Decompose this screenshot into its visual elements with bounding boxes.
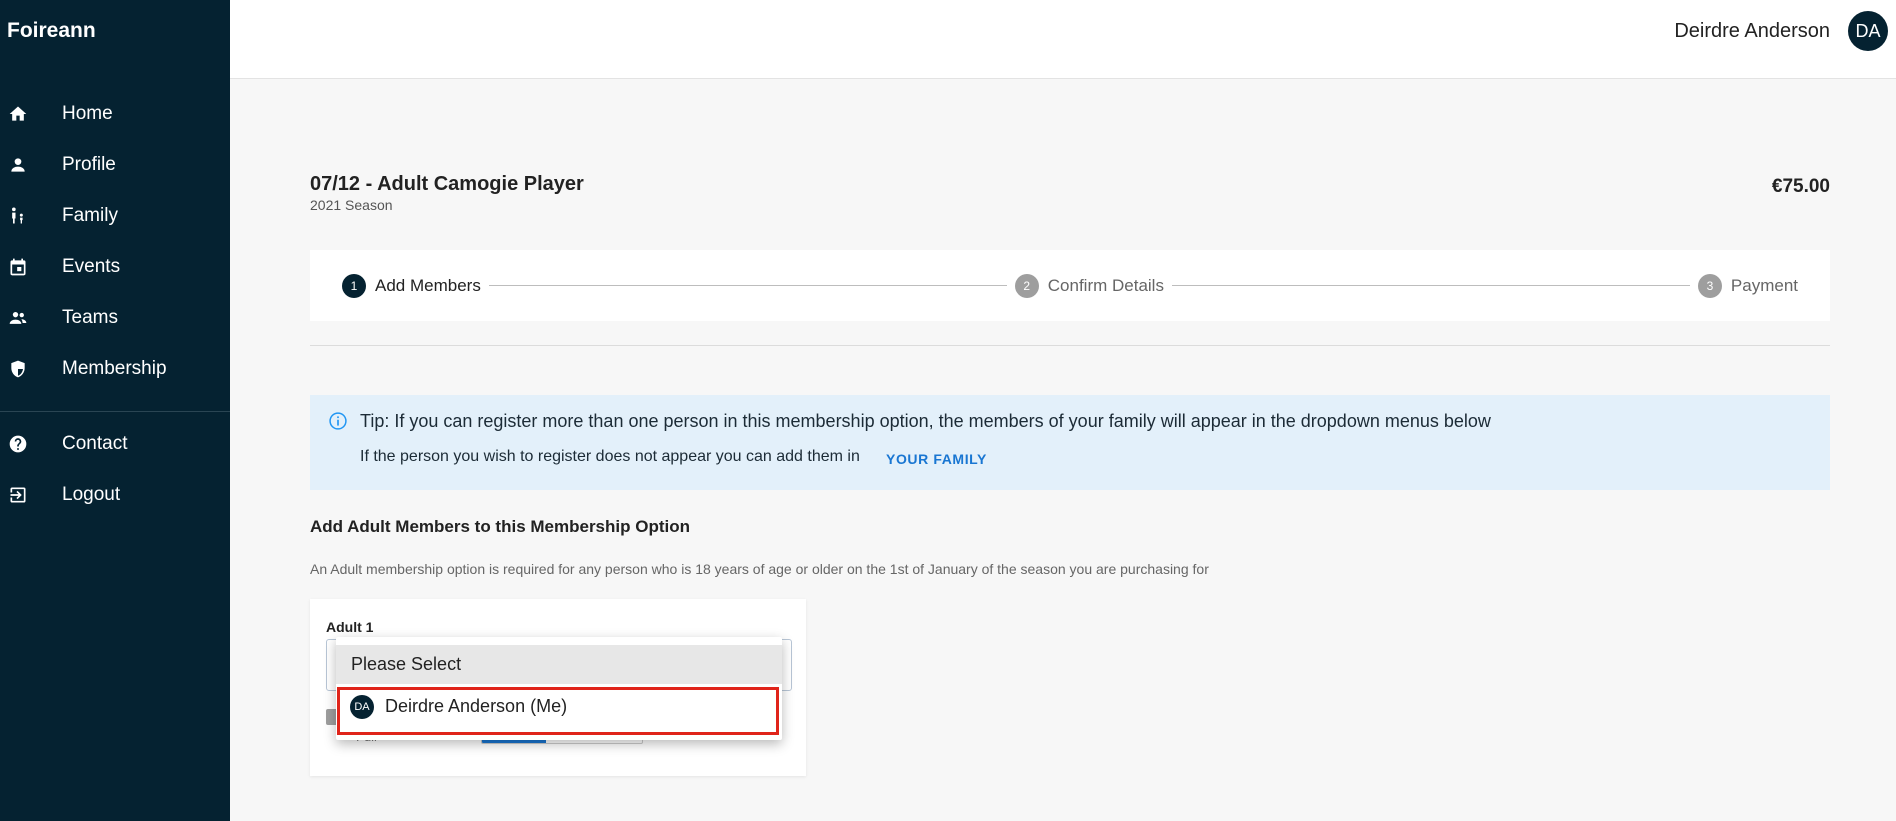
- member-dropdown-menu: Please Select DA Deirdre Anderson (Me): [336, 637, 782, 740]
- adult-label: Adult 1: [326, 619, 374, 635]
- help-icon: [8, 434, 28, 454]
- sidebar-item-label: Contact: [62, 432, 128, 454]
- step-connector: [1171, 285, 1690, 286]
- sidebar-item-contact[interactable]: Contact: [0, 418, 230, 469]
- info-icon: [328, 411, 348, 431]
- top-header: Deirdre Anderson DA: [230, 0, 1896, 79]
- step-label: Confirm Details: [1047, 275, 1164, 295]
- sidebar-item-label: Home: [62, 102, 113, 124]
- step-number: 1: [342, 273, 366, 298]
- sidebar-item-label: Family: [62, 204, 118, 226]
- sidebar-item-family[interactable]: Family: [0, 190, 230, 241]
- sidebar-item-teams[interactable]: Teams: [0, 292, 230, 343]
- sidebar-item-events[interactable]: Events: [0, 241, 230, 292]
- brand-logo[interactable]: Foireann: [7, 19, 96, 43]
- step-payment: 3 Payment: [1697, 273, 1798, 298]
- sidebar: Foireann Home Profile Family Events Team…: [0, 0, 230, 821]
- stepper: 1 Add Members 2 Confirm Details 3 Paymen…: [310, 250, 1830, 321]
- sidebar-item-label: Profile: [62, 153, 116, 175]
- section-description: An Adult membership option is required f…: [310, 561, 1209, 577]
- step-label: Add Members: [375, 275, 481, 295]
- dropdown-option-placeholder[interactable]: Please Select: [336, 645, 782, 684]
- person-icon: [8, 155, 28, 175]
- people-icon: [8, 308, 28, 328]
- step-connector: [488, 285, 1007, 286]
- sidebar-item-logout[interactable]: Logout: [0, 469, 230, 520]
- step-number: 2: [1014, 273, 1039, 298]
- price-label: €75.00: [1771, 176, 1830, 197]
- sidebar-item-label: Membership: [62, 357, 167, 379]
- tip-subtext: If the person you wish to register does …: [360, 448, 860, 465]
- home-icon: [8, 104, 28, 124]
- family-icon: [8, 206, 28, 226]
- section-title: Add Adult Members to this Membership Opt…: [310, 517, 690, 536]
- sidebar-item-label: Logout: [62, 483, 121, 505]
- sidebar-item-membership[interactable]: Membership: [0, 343, 230, 394]
- sidebar-nav: Home Profile Family Events Teams Members…: [0, 88, 230, 520]
- sidebar-divider: [0, 411, 230, 412]
- your-family-link[interactable]: YOUR FAMILY: [886, 451, 987, 467]
- avatar: DA: [350, 694, 374, 719]
- section-divider: [310, 345, 1830, 346]
- avatar[interactable]: DA: [1848, 11, 1888, 51]
- dropdown-option-label: Deirdre Anderson (Me): [385, 696, 568, 716]
- shield-icon: [8, 359, 28, 379]
- sidebar-item-home[interactable]: Home: [0, 88, 230, 139]
- sidebar-item-label: Teams: [62, 306, 118, 328]
- sidebar-item-profile[interactable]: Profile: [0, 139, 230, 190]
- step-label: Payment: [1730, 275, 1798, 295]
- dropdown-option-member[interactable]: DA Deirdre Anderson (Me): [336, 687, 782, 726]
- step-confirm-details: 2 Confirm Details: [1014, 273, 1164, 298]
- page-title: 07/12 - Adult Camogie Player: [310, 173, 584, 195]
- sidebar-item-label: Events: [62, 255, 121, 277]
- step-add-members: 1 Add Members: [342, 273, 481, 298]
- step-number: 3: [1697, 273, 1722, 298]
- calendar-icon: [8, 257, 28, 277]
- tip-text: Tip: If you can register more than one p…: [360, 411, 1491, 431]
- logout-icon: [8, 485, 28, 505]
- season-label: 2021 Season: [310, 197, 393, 213]
- tip-banner: Tip: If you can register more than one p…: [310, 395, 1830, 490]
- user-name[interactable]: Deirdre Anderson: [1674, 20, 1830, 43]
